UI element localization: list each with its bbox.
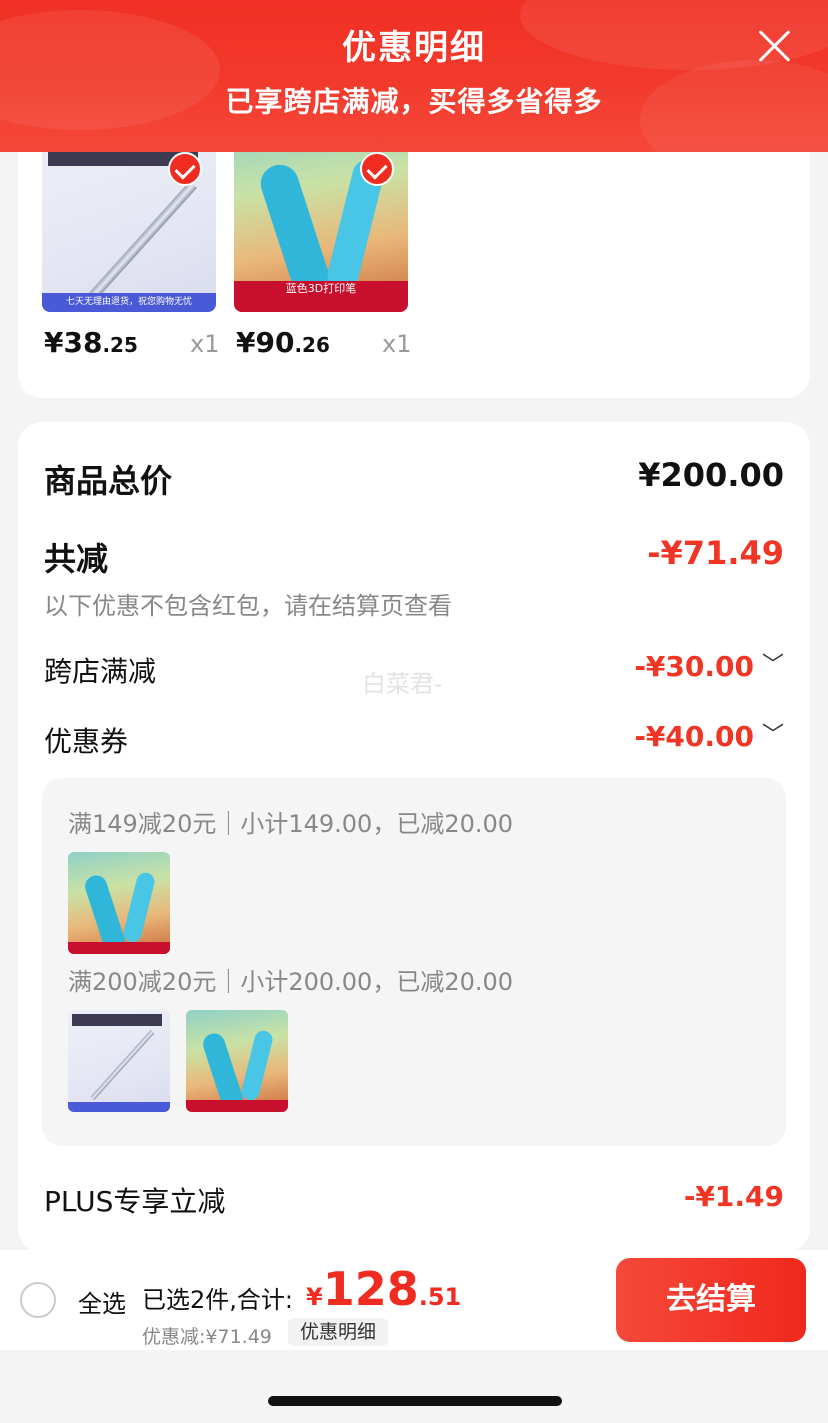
product-image-heading xyxy=(72,1014,162,1026)
product-2-price-int: ¥90 xyxy=(236,326,295,359)
page-title: 优惠明细 xyxy=(342,28,486,68)
cross-store-discount-label: 跨店满减 xyxy=(44,655,157,688)
selected-products-card: 七天无理由退货，祝您购物无忧 ¥38.25 x1 蓝色3D打印笔 ¥90.26 … xyxy=(18,120,810,398)
grand-total-dec: .51 xyxy=(418,1283,462,1311)
product-image-banner-text: 蓝色3D打印笔 xyxy=(285,282,357,296)
checkout-button[interactable]: 去结算 xyxy=(616,1258,806,1342)
chevron-down-icon: ﹀ xyxy=(761,723,784,748)
watermark-text: 白菜君- xyxy=(362,670,443,698)
product-2-quantity: x1 xyxy=(382,330,412,358)
product-2-checkbox-checked[interactable] xyxy=(360,152,394,186)
total-price-label: 商品总价 xyxy=(44,462,173,500)
product-image-banner-text: 七天无理由退货，祝您购物无忧 xyxy=(65,296,192,307)
page-subtitle: 已享跨店满减，买得多省得多 xyxy=(225,85,603,118)
total-price-value: ¥200.00 xyxy=(638,456,784,494)
red-packet-note: 以下优惠不包含红包，请在结算页查看 xyxy=(44,592,452,620)
product-2-price: ¥90.26 xyxy=(236,326,330,359)
plus-discount-label: PLUS专享立减 xyxy=(44,1185,226,1218)
coupon-discount-value[interactable]: -¥40.00 ﹀ xyxy=(634,720,784,753)
coupon-rule-200: 满200减20元｜小计200.00，已减20.00 xyxy=(68,968,514,996)
total-reduction-value: -¥71.49 xyxy=(647,534,784,572)
product-1-quantity: x1 xyxy=(190,330,220,358)
coupon-product-thumb-3d-pen xyxy=(186,1010,288,1112)
cross-store-discount-amount: -¥30.00 xyxy=(634,650,754,683)
total-reduction-label: 共减 xyxy=(44,540,109,578)
cross-store-discount-value[interactable]: -¥30.00 ﹀ xyxy=(634,650,784,683)
product-1-checkbox-checked[interactable] xyxy=(168,152,202,186)
product-image-banner xyxy=(68,1101,170,1112)
chevron-down-icon: ﹀ xyxy=(761,653,784,678)
pen-graphic xyxy=(239,1028,275,1103)
select-all-radio[interactable] xyxy=(20,1282,56,1318)
coupon-detail-panel: 满149减20元｜小计149.00，已减20.00 满200减20元｜小计200… xyxy=(42,778,786,1146)
ruler-stick-graphic xyxy=(90,1029,155,1101)
coupon-discount-label: 优惠券 xyxy=(44,725,129,758)
discount-summary: 优惠减:¥71.49 xyxy=(142,1326,272,1348)
selected-count-text: 已选2件,合计: xyxy=(142,1286,293,1314)
product-1-price-dec: .25 xyxy=(102,333,138,357)
coupon-discount-amount: -¥40.00 xyxy=(634,720,754,753)
coupon-product-thumb-ruler xyxy=(68,1010,170,1112)
product-image-banner xyxy=(68,941,170,954)
pen-graphic xyxy=(121,870,157,945)
close-icon[interactable] xyxy=(752,24,796,68)
checkout-bar: 全选 已选2件,合计: ¥128.51 优惠减:¥71.49 优惠明细 去结算 xyxy=(0,1250,828,1350)
grand-total-currency: ¥ xyxy=(306,1283,323,1311)
discount-detail-header: 优惠明细 已享跨店满减，买得多省得多 xyxy=(0,0,828,152)
coupon-product-thumb-3d-pen xyxy=(68,852,170,954)
price-breakdown-card: 商品总价 ¥200.00 共减 -¥71.49 以下优惠不包含红包，请在结算页查… xyxy=(18,422,810,1252)
plus-discount-value: -¥1.49 xyxy=(683,1180,784,1213)
product-image-banner xyxy=(186,1099,288,1112)
product-1-price: ¥38.25 xyxy=(44,326,138,359)
product-1-price-int: ¥38 xyxy=(44,326,103,359)
coupon-rule-149: 满149减20元｜小计149.00，已减20.00 xyxy=(68,810,514,838)
home-indicator[interactable] xyxy=(268,1396,562,1406)
grand-total-int: 128 xyxy=(322,1262,419,1316)
select-all-label[interactable]: 全选 xyxy=(78,1284,126,1319)
product-2-price-dec: .26 xyxy=(294,333,330,357)
discount-detail-button[interactable]: 优惠明细 xyxy=(288,1318,389,1346)
grand-total: ¥128.51 xyxy=(306,1262,461,1316)
